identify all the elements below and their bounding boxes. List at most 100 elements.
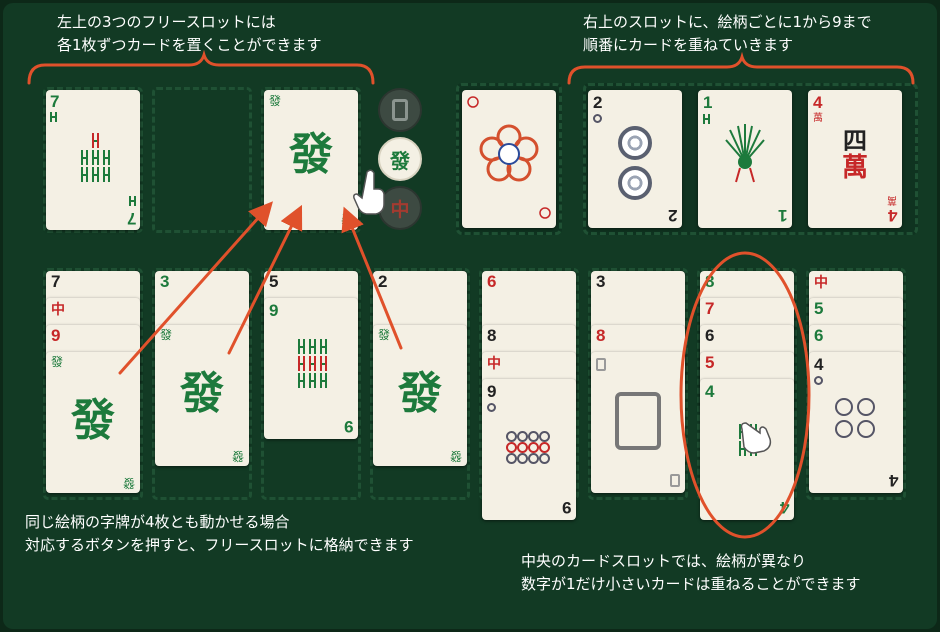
card-rank: 7 xyxy=(51,272,61,291)
card-flower[interactable] xyxy=(462,90,556,228)
pointer-hand-icon xyxy=(740,422,772,454)
card-rank: 9 xyxy=(51,326,61,345)
card-7-bamboo[interactable]: 7 7 xyxy=(46,90,140,230)
card-rank-bottom: 1 xyxy=(777,206,787,225)
card-4-characters[interactable]: 4 萬 四 萬 4 萬 xyxy=(808,90,902,228)
card-rank: 9 xyxy=(269,301,279,320)
tableau-note-line2: 数字が1だけ小さいカードは重ねることができます xyxy=(521,575,861,593)
dots-pattern xyxy=(833,396,881,440)
card-rank: 3 xyxy=(596,272,606,291)
card-rank: 6 xyxy=(487,272,497,291)
green-dragon-small-icon-bottom: 發 xyxy=(231,449,244,463)
flower-small-icon xyxy=(466,94,480,113)
card-rank: 4 xyxy=(814,355,824,374)
card-green-dragon[interactable]: 發 發 發 xyxy=(264,90,358,230)
green-dragon-symbol: 發 xyxy=(398,368,442,419)
white-dragon-button[interactable] xyxy=(378,88,422,132)
green-dragon-small-icon: 發 xyxy=(269,94,282,108)
card-rank: 7 xyxy=(50,92,60,111)
foundation-note-line2: 順番にカードを重ねていきます xyxy=(583,36,794,54)
card-rank: 6 xyxy=(814,326,824,345)
card-rank-bottom: 4 xyxy=(888,471,898,490)
dots-suit-icon xyxy=(814,376,823,387)
green-dragon-symbol: 發 xyxy=(71,395,115,446)
bamboo-suit-icon-bottom xyxy=(129,196,136,208)
free-slot-2[interactable] xyxy=(152,87,252,233)
dots-suit-icon xyxy=(487,403,496,414)
card-rank-bottom: 7 xyxy=(126,209,136,228)
bamboo-suit-icon xyxy=(703,114,710,126)
card-rank: 4 xyxy=(813,93,823,112)
free-slots-note: 左上の3つのフリースロットには 各1枚ずつカードを置くことができます xyxy=(57,11,322,57)
card-rank: 6 xyxy=(705,326,715,345)
dragon-button-note-line1: 同じ絵柄の字牌が4枚とも動かせる場合 xyxy=(25,513,290,531)
white-dragon-small-icon-bottom xyxy=(670,474,680,487)
card-rank-bottom: 4 xyxy=(887,206,897,225)
card-rank: 8 xyxy=(705,272,715,291)
card-white-dragon[interactable] xyxy=(591,352,685,493)
card-9-bamboo[interactable]: 9 9 xyxy=(264,298,358,439)
green-dragon-symbol: 發 xyxy=(289,129,333,180)
red-dragon-icon: 中 xyxy=(487,356,501,372)
foundation-note: 右上のスロットに、絵柄ごとに1から9まで 順番にカードを重ねていきます xyxy=(583,11,872,57)
card-3-black[interactable]: 3 xyxy=(591,271,685,331)
free-slots-note-line1: 左上の3つのフリースロットには xyxy=(57,13,276,31)
green-dragon-small-icon-bottom: 發 xyxy=(122,476,135,490)
card-green-dragon[interactable]: 發 發 發 xyxy=(155,325,249,466)
pointer-hand-icon xyxy=(353,169,385,215)
card-rank: 5 xyxy=(705,353,715,372)
dragon-button-note-line2: 対応するボタンを押すと、フリースロットに格納できます xyxy=(25,536,414,554)
game-board: 左上の3つのフリースロットには 各1枚ずつカードを置くことができます 右上のスロ… xyxy=(3,3,937,629)
tableau-note: 中央のカードスロットでは、絵柄が異なり 数字が1だけ小さいカードは重ねることがで… xyxy=(521,550,861,596)
green-dragon-small-icon-bottom: 發 xyxy=(340,212,353,226)
foundation-note-line1: 右上のスロットに、絵柄ごとに1から9まで xyxy=(583,13,872,31)
card-rank: 5 xyxy=(269,272,279,291)
dots-pattern xyxy=(506,431,556,464)
card-6-red[interactable]: 6 xyxy=(482,271,576,331)
bamboo-pattern xyxy=(72,132,118,183)
card-2-black[interactable]: 2 xyxy=(373,271,467,331)
flower-icon xyxy=(479,124,539,182)
white-dragon-symbol xyxy=(615,392,661,450)
card-rank: 2 xyxy=(378,272,388,291)
card-rank: 3 xyxy=(160,272,170,291)
card-rank-bottom: 9 xyxy=(561,498,571,517)
tableau-note-line1: 中央のカードスロットでは、絵柄が異なり xyxy=(521,552,807,570)
green-dragon-small-icon-bottom: 發 xyxy=(449,449,462,463)
red-dragon-icon: 中 xyxy=(814,275,828,291)
card-2-dots[interactable]: 2 2 xyxy=(588,90,682,228)
card-rank: 5 xyxy=(814,299,824,318)
card-1-bamboo[interactable]: 1 1 xyxy=(698,90,792,228)
card-rank: 4 xyxy=(705,382,715,401)
green-dragon-symbol: 發 xyxy=(180,368,224,419)
card-4-dots[interactable]: 4 4 xyxy=(809,352,903,493)
white-dragon-small-icon xyxy=(596,358,606,371)
characters-suit-icon: 萬 xyxy=(813,113,823,124)
bamboo-suit-icon xyxy=(50,112,57,124)
card-9-dots[interactable]: 9 9 xyxy=(482,379,576,520)
foundation-brace xyxy=(567,51,915,85)
card-rank: 8 xyxy=(487,326,497,345)
green-dragon-small-icon: 發 xyxy=(378,328,391,342)
dragon-button-note: 同じ絵柄の字牌が4枚とも動かせる場合 対応するボタンを押すと、フリースロットに格… xyxy=(25,511,414,557)
card-rank-bottom: 2 xyxy=(667,206,677,225)
card-rank: 1 xyxy=(703,93,713,112)
green-dragon-small-icon: 發 xyxy=(160,328,173,342)
card-rank-bottom: 4 xyxy=(779,498,789,517)
green-dragon-small-icon: 發 xyxy=(51,355,64,369)
bamboo-pattern xyxy=(288,338,336,389)
peacock-icon xyxy=(725,124,765,183)
free-slots-note-line2: 各1枚ずつカードを置くことができます xyxy=(57,36,322,54)
card-3-green[interactable]: 3 xyxy=(155,271,249,331)
red-dragon-icon: 中 xyxy=(51,302,65,318)
wan-kanji: 萬 xyxy=(841,153,868,183)
characters-suit-icon-bottom: 萬 xyxy=(887,194,897,205)
card-rank: 7 xyxy=(705,299,715,318)
card-rank-bottom: 9 xyxy=(343,417,353,436)
card-rank: 8 xyxy=(596,326,606,345)
white-dragon-icon xyxy=(392,99,408,121)
card-rank: 9 xyxy=(487,382,497,401)
card-green-dragon[interactable]: 發 發 發 xyxy=(46,352,140,493)
card-rank: 2 xyxy=(593,93,603,112)
card-green-dragon[interactable]: 發 發 發 xyxy=(373,325,467,466)
